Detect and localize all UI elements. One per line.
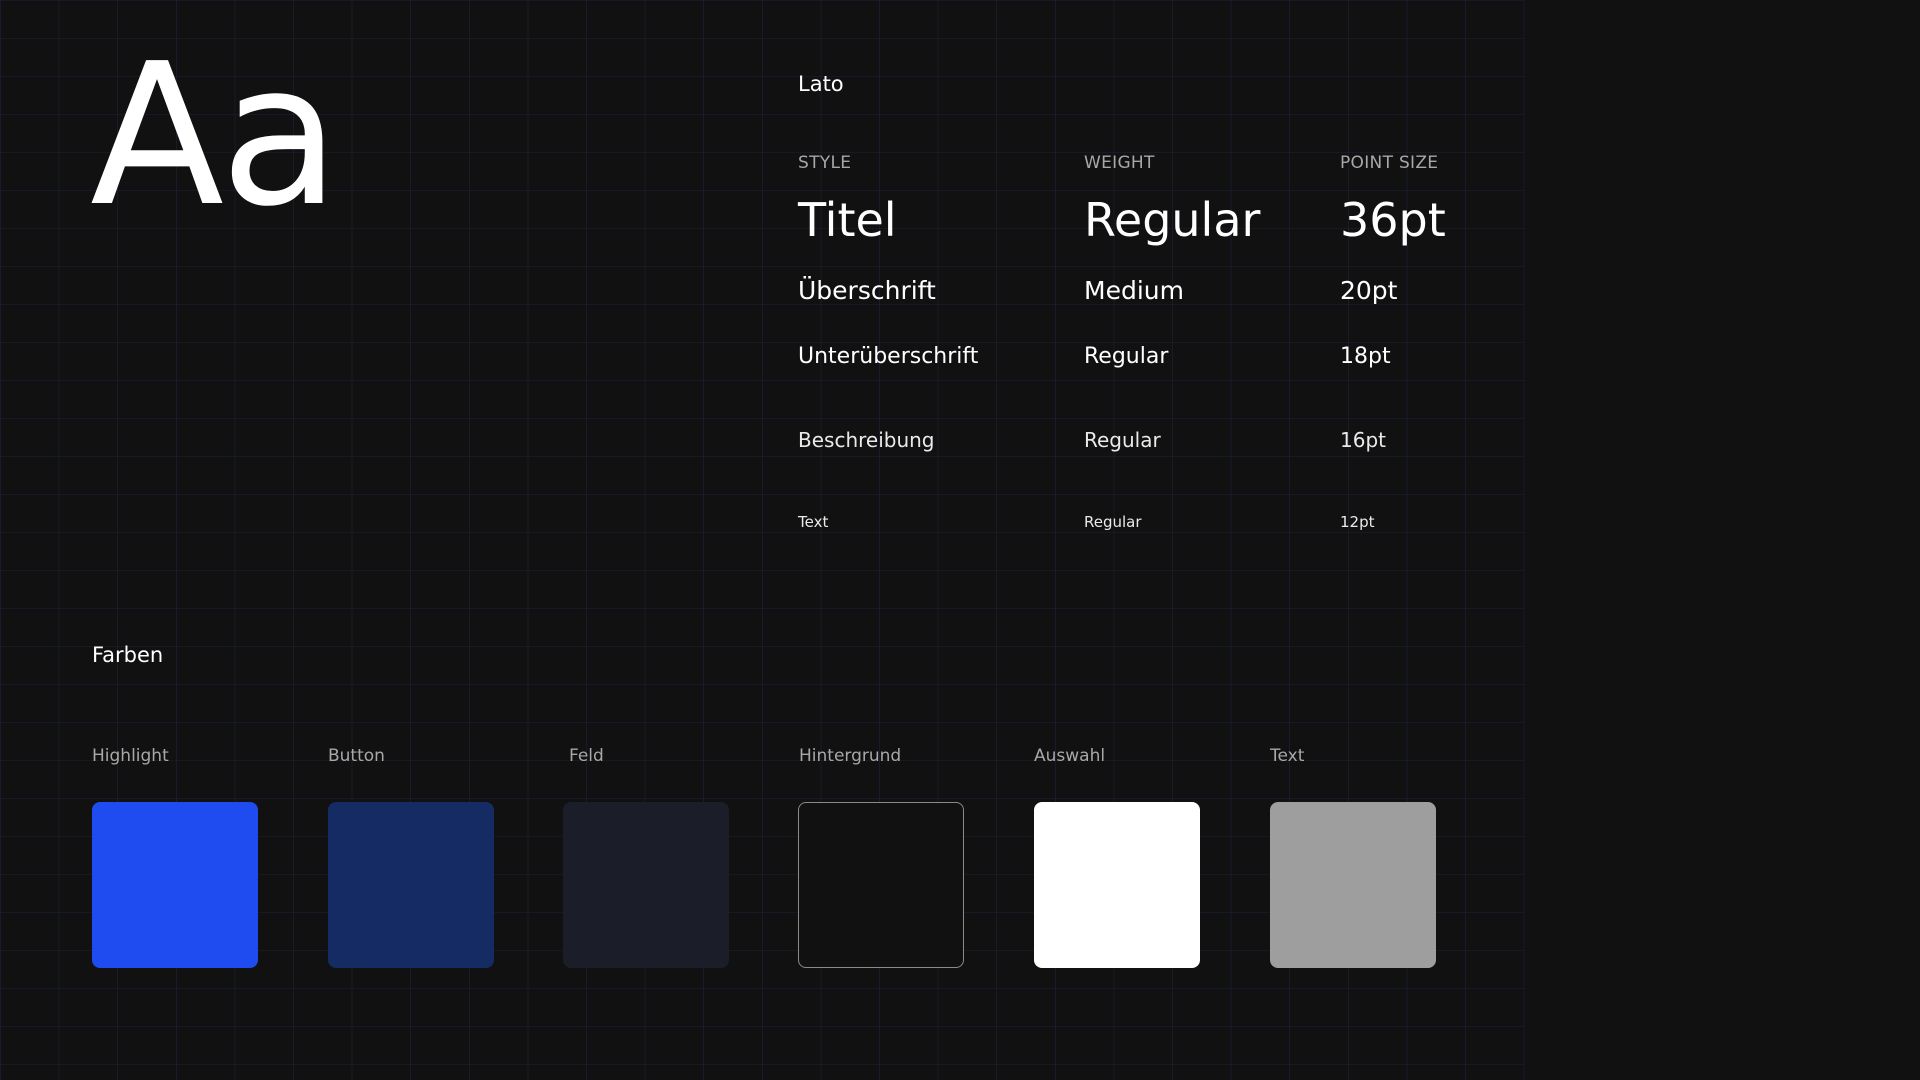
font-name: Lato xyxy=(798,72,844,96)
font-sample: Aa xyxy=(90,22,340,250)
type-style-weight: Regular xyxy=(1084,513,1142,531)
type-style-weight: Regular xyxy=(1084,428,1161,452)
type-style-size: 16pt xyxy=(1340,428,1386,452)
colors-section-title: Farben xyxy=(92,643,164,667)
color-swatch-text[interactable] xyxy=(1270,802,1436,968)
weight-column-header: WEIGHT xyxy=(1084,153,1155,173)
color-swatch-field[interactable] xyxy=(563,802,729,968)
color-swatch-background[interactable] xyxy=(798,802,964,968)
type-style-weight: Regular xyxy=(1084,344,1169,369)
color-swatch-highlight[interactable] xyxy=(92,802,258,968)
swatch-label-field: Feld xyxy=(569,746,604,766)
type-style-weight: Regular xyxy=(1084,193,1261,247)
swatch-label-highlight: Highlight xyxy=(92,746,169,766)
swatch-label-text: Text xyxy=(1270,746,1305,766)
type-style-name: Überschrift xyxy=(798,276,936,305)
type-style-size: 20pt xyxy=(1340,276,1398,305)
type-style-size: 36pt xyxy=(1340,193,1446,247)
type-style-name: Unterüberschrift xyxy=(798,344,979,369)
type-style-name: Beschreibung xyxy=(798,428,935,452)
swatch-label-button: Button xyxy=(328,746,385,766)
type-style-size: 12pt xyxy=(1340,513,1375,531)
type-style-size: 18pt xyxy=(1340,344,1391,369)
swatch-label-background: Hintergrund xyxy=(799,746,902,766)
color-swatch-selection[interactable] xyxy=(1034,802,1200,968)
swatch-label-selection: Auswahl xyxy=(1034,746,1106,766)
size-column-header: POINT SIZE xyxy=(1340,153,1439,173)
type-style-weight: Medium xyxy=(1084,276,1184,305)
color-swatch-button[interactable] xyxy=(328,802,494,968)
type-style-name: Text xyxy=(798,513,829,531)
type-style-name: Titel xyxy=(798,193,897,247)
style-column-header: STYLE xyxy=(798,153,852,173)
